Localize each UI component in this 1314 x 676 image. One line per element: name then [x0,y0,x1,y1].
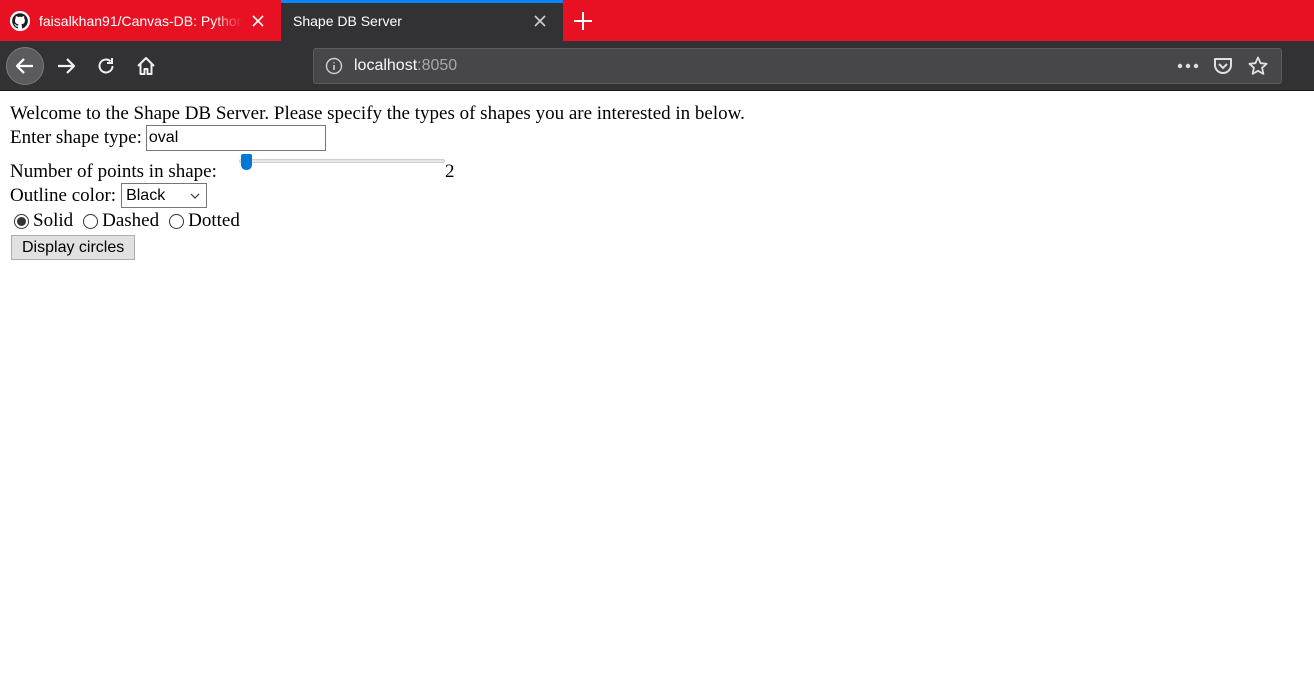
navigation-toolbar: localhost:8050 [0,41,1314,91]
points-value: 2 [445,161,455,182]
outline-color-label: Outline color: [10,184,117,206]
home-button[interactable] [128,48,164,84]
tab-shape-db-server[interactable]: Shape DB Server [281,0,563,41]
tab-title: Shape DB Server [293,12,402,29]
back-arrow-icon [15,58,33,74]
points-slider[interactable] [237,151,447,171]
radio-selected-dot [17,216,26,226]
home-icon [137,57,155,75]
url-port: :8050 [417,57,458,74]
back-button[interactable] [6,47,44,85]
pocket-icon[interactable] [1205,49,1240,83]
reload-button[interactable] [88,48,124,84]
shape-type-input[interactable] [145,125,326,151]
bookmark-star-icon[interactable] [1240,49,1275,83]
close-tab-icon[interactable] [525,6,555,36]
tab-github[interactable]: faisalkhan91/Canvas-DB: Python [0,0,281,41]
forward-button[interactable] [48,48,84,84]
outline-color-select[interactable]: Black [121,183,208,208]
radio-button[interactable] [83,213,99,229]
tab-title: faisalkhan91/Canvas-DB: Python [39,12,243,29]
points-row: Number of points in shape: 2 [10,151,1304,183]
url-actions [1170,49,1275,83]
url-host: localhost [354,57,418,74]
welcome-text: Welcome to the Shape DB Server. Please s… [10,103,745,124]
radio-solid[interactable]: Solid [14,210,73,232]
url-bar[interactable]: localhost:8050 [313,48,1282,84]
url-text[interactable]: localhost:8050 [354,57,457,75]
radio-label: Dashed [102,210,160,231]
forward-arrow-icon [58,58,76,74]
slider-track [239,159,445,163]
plus-icon [574,11,592,30]
radio-label: Dotted [188,210,240,231]
slider-thumb[interactable] [241,154,252,170]
radio-label: Solid [33,210,74,231]
close-tab-icon[interactable] [243,6,273,36]
outline-color-selected: Black [126,186,166,204]
page-content: Welcome to the Shape DB Server. Please s… [0,92,1314,676]
shape-type-label: Enter shape type: [10,127,142,148]
radio-dotted[interactable]: Dotted [169,210,240,232]
chevron-down-icon [190,193,200,199]
tab-strip: faisalkhan91/Canvas-DB: Python Shape DB … [0,0,1314,41]
radio-dashed[interactable]: Dashed [83,210,159,232]
outline-color-row: Outline color: Black [10,183,1304,208]
display-circles-button[interactable]: Display circles [11,235,136,260]
line-style-radio-group: Solid Dashed Dotted [14,210,1304,232]
new-tab-button[interactable] [566,5,600,36]
page-actions-icon[interactable] [1170,49,1205,83]
points-label: Number of points in shape: [10,161,217,182]
github-icon [10,10,30,31]
shape-type-row: Enter shape type: [10,125,1304,151]
reload-icon [98,58,114,74]
radio-button[interactable] [14,213,29,229]
radio-button[interactable] [169,213,185,229]
site-info-icon[interactable] [323,55,345,77]
